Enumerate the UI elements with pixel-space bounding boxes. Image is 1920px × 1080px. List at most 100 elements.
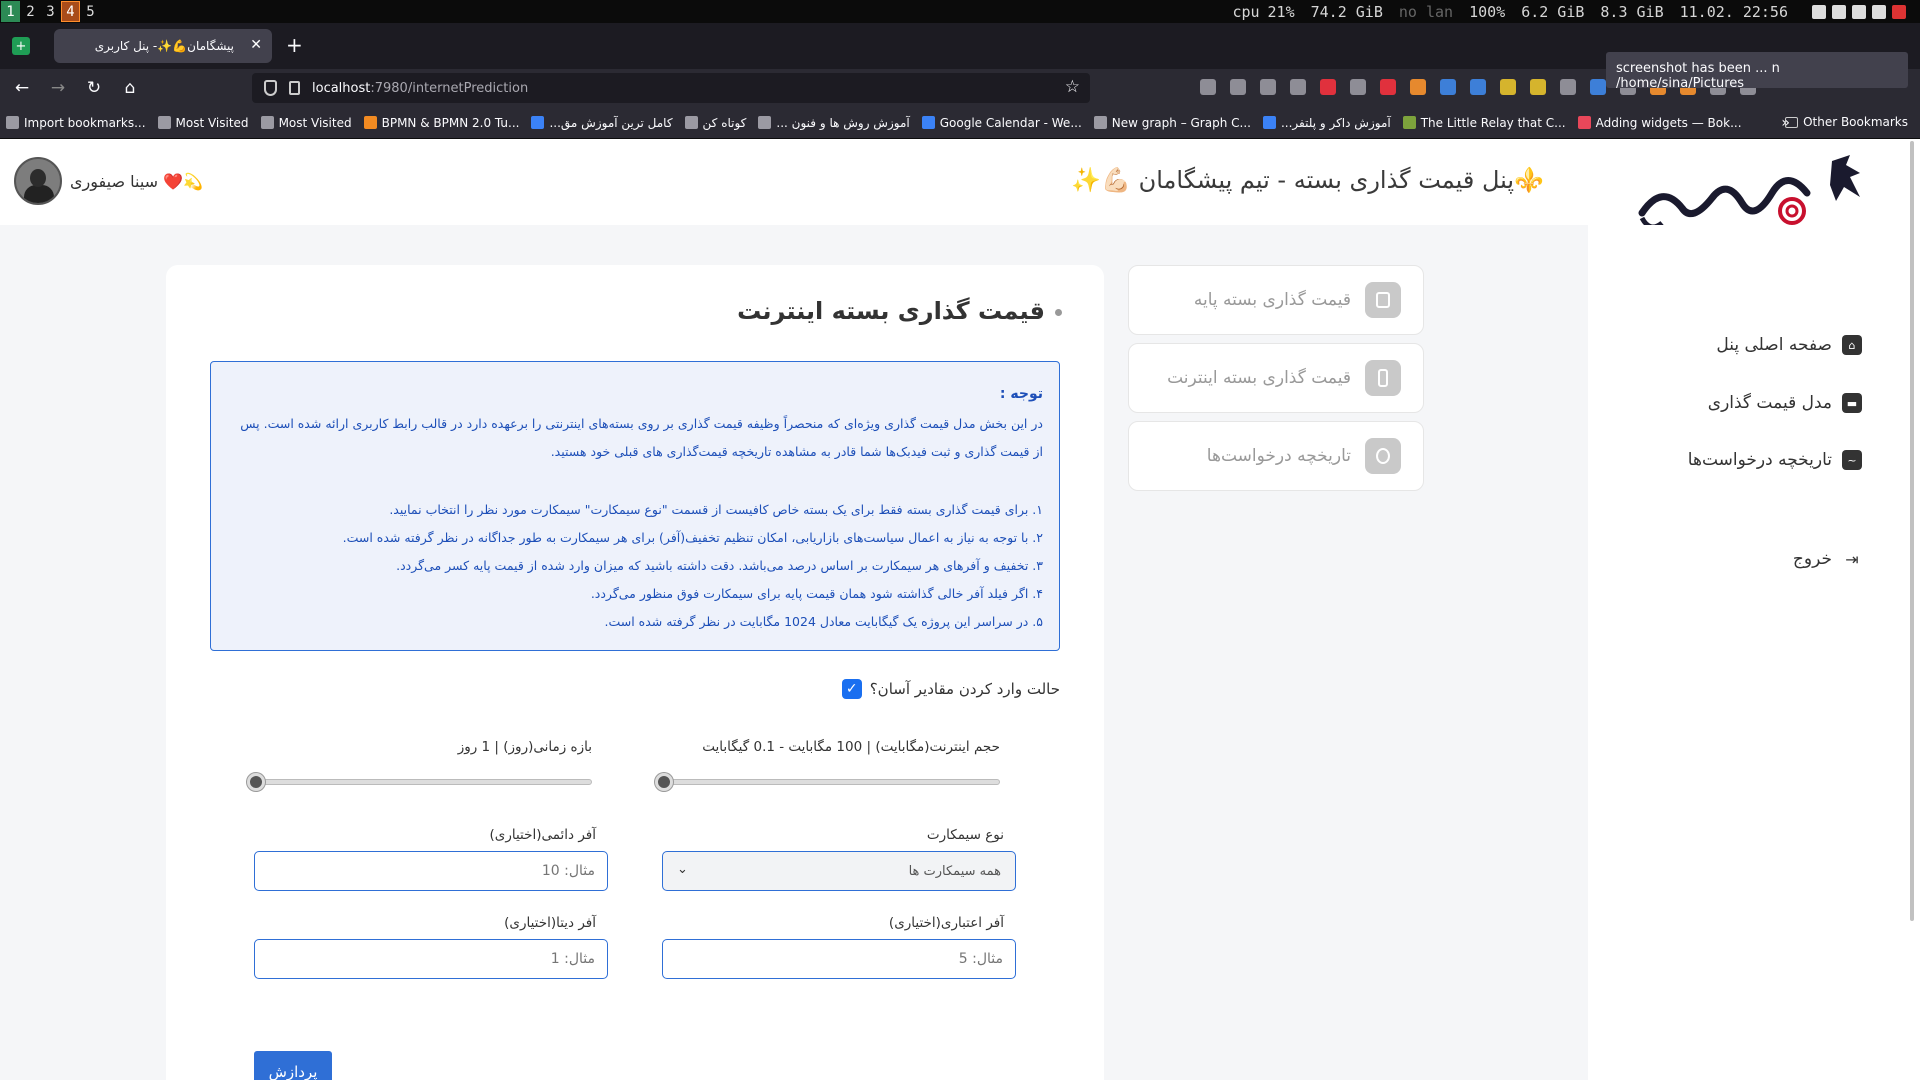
- volume-slider[interactable]: [655, 773, 1000, 791]
- notification-icon[interactable]: [1892, 4, 1906, 19]
- disk-value: 74.2 GiB: [1310, 2, 1383, 21]
- sidebar-icon[interactable]: [1290, 79, 1306, 95]
- bookmark-item[interactable]: کوتاه کن: [679, 116, 753, 130]
- new-tab-button[interactable]: +: [286, 33, 303, 57]
- bookmark-label: The Little Relay that C...: [1420, 115, 1566, 130]
- extension-gray-icon[interactable]: [1560, 79, 1576, 95]
- bookmark-item[interactable]: Most Visited: [255, 116, 358, 130]
- sidebar: ⌂ صفحه اصلی پنل ▬ مدل قیمت گذاری ~ تاریخ…: [1588, 225, 1904, 1080]
- vpn-icon[interactable]: [1872, 4, 1886, 19]
- screenshot-toast: screenshot has been ... n /home/sina/Pic…: [1606, 52, 1908, 91]
- sim-type-select[interactable]: همه سیمکارت ها ⌄: [662, 851, 1016, 891]
- site-icon: [531, 116, 545, 129]
- username: 💫❤️ سینا صیفوری: [70, 171, 203, 191]
- cpu-label: cpu: [1232, 2, 1260, 21]
- wallet-icon: ▬: [1842, 393, 1862, 413]
- tray-app-icon[interactable]: [1812, 4, 1826, 19]
- workspace-4[interactable]: 4: [61, 1, 80, 22]
- bookmark-star-icon[interactable]: ☆: [1065, 77, 1080, 97]
- sidebar-item-logout[interactable]: ⇥ خروج: [1793, 549, 1862, 569]
- bookmark-item[interactable]: New graph – Graph C...: [1088, 116, 1257, 130]
- browser-tab-active[interactable]: پیشگامان💪✨- پنل کاربری ✕: [54, 29, 272, 63]
- bookmark-item[interactable]: ...کامل ترین آموزش مق: [525, 116, 678, 130]
- duration-slider-handle[interactable]: [247, 773, 265, 791]
- credit-offer-input[interactable]: [662, 939, 1016, 979]
- bookmark-label: ...کامل ترین آموزش مق: [549, 115, 673, 130]
- data-offer-input[interactable]: [254, 939, 608, 979]
- back-button[interactable]: ←: [8, 78, 36, 98]
- workspace-1[interactable]: 1: [1, 1, 20, 22]
- close-tab-icon[interactable]: ✕: [250, 37, 262, 53]
- easy-mode-toggle[interactable]: حالت وارد کردن مقادیر آسان؟ ✓: [841, 679, 1060, 699]
- notice-item: ۳. تخفیف و آفرهای هر سیمکارت بر اساس درص…: [396, 558, 1043, 573]
- workspace-5[interactable]: 5: [81, 1, 100, 22]
- bookmark-item[interactable]: BPMN & BPMN 2.0 Tu...: [358, 116, 526, 130]
- other-bookmarks[interactable]: Other Bookmarks: [1785, 115, 1908, 129]
- bookmark-label: BPMN & BPMN 2.0 Tu...: [381, 115, 520, 130]
- bookmark-item[interactable]: Import bookmarks...: [0, 116, 152, 130]
- forward-button[interactable]: →: [44, 78, 72, 98]
- page-scrollbar[interactable]: [1904, 139, 1920, 1080]
- volume-icon[interactable]: [1852, 4, 1866, 19]
- duration-slider[interactable]: [247, 773, 592, 791]
- subnav-internet-package[interactable]: قیمت گذاری بسته اینترنت: [1128, 343, 1424, 413]
- submit-button[interactable]: پردازش: [254, 1051, 332, 1080]
- easy-mode-label: حالت وارد کردن مقادیر آسان؟: [869, 680, 1060, 698]
- extension-blue-icon[interactable]: [1590, 79, 1606, 95]
- graph-icon: [1093, 116, 1107, 129]
- extension-translate-icon[interactable]: [1470, 79, 1486, 95]
- docker-icon: [1262, 116, 1276, 129]
- extension-yellow-icon[interactable]: [1530, 79, 1546, 95]
- subnav-base-package[interactable]: قیمت گذاری بسته پایه: [1128, 265, 1424, 335]
- scrollbar-thumb[interactable]: [1910, 141, 1914, 921]
- sidebar-item-history[interactable]: ~ تاریخچه درخواست‌ها: [1688, 450, 1862, 470]
- sidebar-item-label: تاریخچه درخواست‌ها: [1687, 450, 1832, 470]
- address-bar[interactable]: localhost:7980/internetPrediction ☆: [252, 73, 1090, 103]
- notice-item: ۱. برای قیمت گذاری بسته فقط برای یک بسته…: [389, 502, 1043, 517]
- sidebar-item-home[interactable]: ⌂ صفحه اصلی پنل: [1716, 335, 1862, 355]
- home-button[interactable]: ⌂: [116, 78, 144, 98]
- bookmark-item[interactable]: Most Visited: [152, 116, 255, 130]
- credit-offer-label: آفر اعتباری(اختیاری): [888, 915, 1004, 931]
- bookmarks-toolbar: Import bookmarks... Most Visited Most Vi…: [0, 107, 1920, 139]
- bookmark-item[interactable]: Google Calendar - We...: [916, 116, 1088, 130]
- wifi-icon[interactable]: [1832, 4, 1846, 19]
- bookmark-item[interactable]: Adding widgets — Bok...: [1572, 116, 1748, 130]
- bookmark-label: Google Calendar - We...: [939, 115, 1082, 130]
- extension-notes-icon[interactable]: [1500, 79, 1516, 95]
- pocket-icon[interactable]: [1200, 79, 1216, 95]
- user-profile[interactable]: 💫❤️ سینا صیفوری: [14, 157, 203, 205]
- sidebar-item-label: خروج: [1792, 549, 1832, 569]
- extension-search-icon[interactable]: [1440, 79, 1456, 95]
- url-host: localhost: [312, 80, 371, 96]
- system-status-bar: 1 2 3 4 5 cpu 21% 74.2 GiB no lan 100% 6…: [0, 0, 1920, 23]
- system-tray: [1812, 4, 1906, 19]
- workspace-3[interactable]: 3: [41, 1, 60, 22]
- volume-slider-handle[interactable]: [655, 773, 673, 791]
- bookmark-item[interactable]: ... آموزش روش ها و فنون: [752, 116, 915, 130]
- workspace-2[interactable]: 2: [21, 1, 40, 22]
- clock: 11.02. 22:56: [1679, 2, 1788, 21]
- page-info-icon[interactable]: [289, 81, 300, 95]
- downloads-icon[interactable]: [1230, 79, 1246, 95]
- bpmn-icon: [363, 116, 377, 129]
- url-path: :7980/internetPrediction: [370, 80, 529, 96]
- avatar[interactable]: [14, 157, 62, 205]
- sidebar-item-pricing-model[interactable]: ▬ مدل قیمت گذاری: [1708, 393, 1862, 413]
- extension-red-icon[interactable]: [1320, 79, 1336, 95]
- section-title-text: قیمت گذاری بسته اینترنت: [737, 297, 1045, 325]
- permanent-offer-input[interactable]: [254, 851, 608, 891]
- subnav-history[interactable]: تاریخچه درخواست‌ها: [1128, 421, 1424, 491]
- tab-list-icon[interactable]: +: [12, 37, 30, 55]
- bookmark-item[interactable]: The Little Relay that C...: [1397, 116, 1572, 130]
- reload-button[interactable]: ↻: [80, 78, 108, 98]
- extension-orange-icon[interactable]: [1410, 79, 1426, 95]
- main-panel: قیمت گذاری بسته اینترنت توجه : در این بخ…: [166, 265, 1104, 1080]
- extension-pdf-icon[interactable]: [1380, 79, 1396, 95]
- subnav-label: قیمت گذاری بسته اینترنت: [1167, 368, 1351, 388]
- extension-pen-icon[interactable]: [1350, 79, 1366, 95]
- easy-mode-checkbox[interactable]: ✓: [841, 679, 862, 699]
- bookmark-item[interactable]: ...آموزش داکر و پلتفر: [1257, 116, 1397, 130]
- library-icon[interactable]: [1260, 79, 1276, 95]
- tracking-shield-icon[interactable]: [264, 80, 277, 96]
